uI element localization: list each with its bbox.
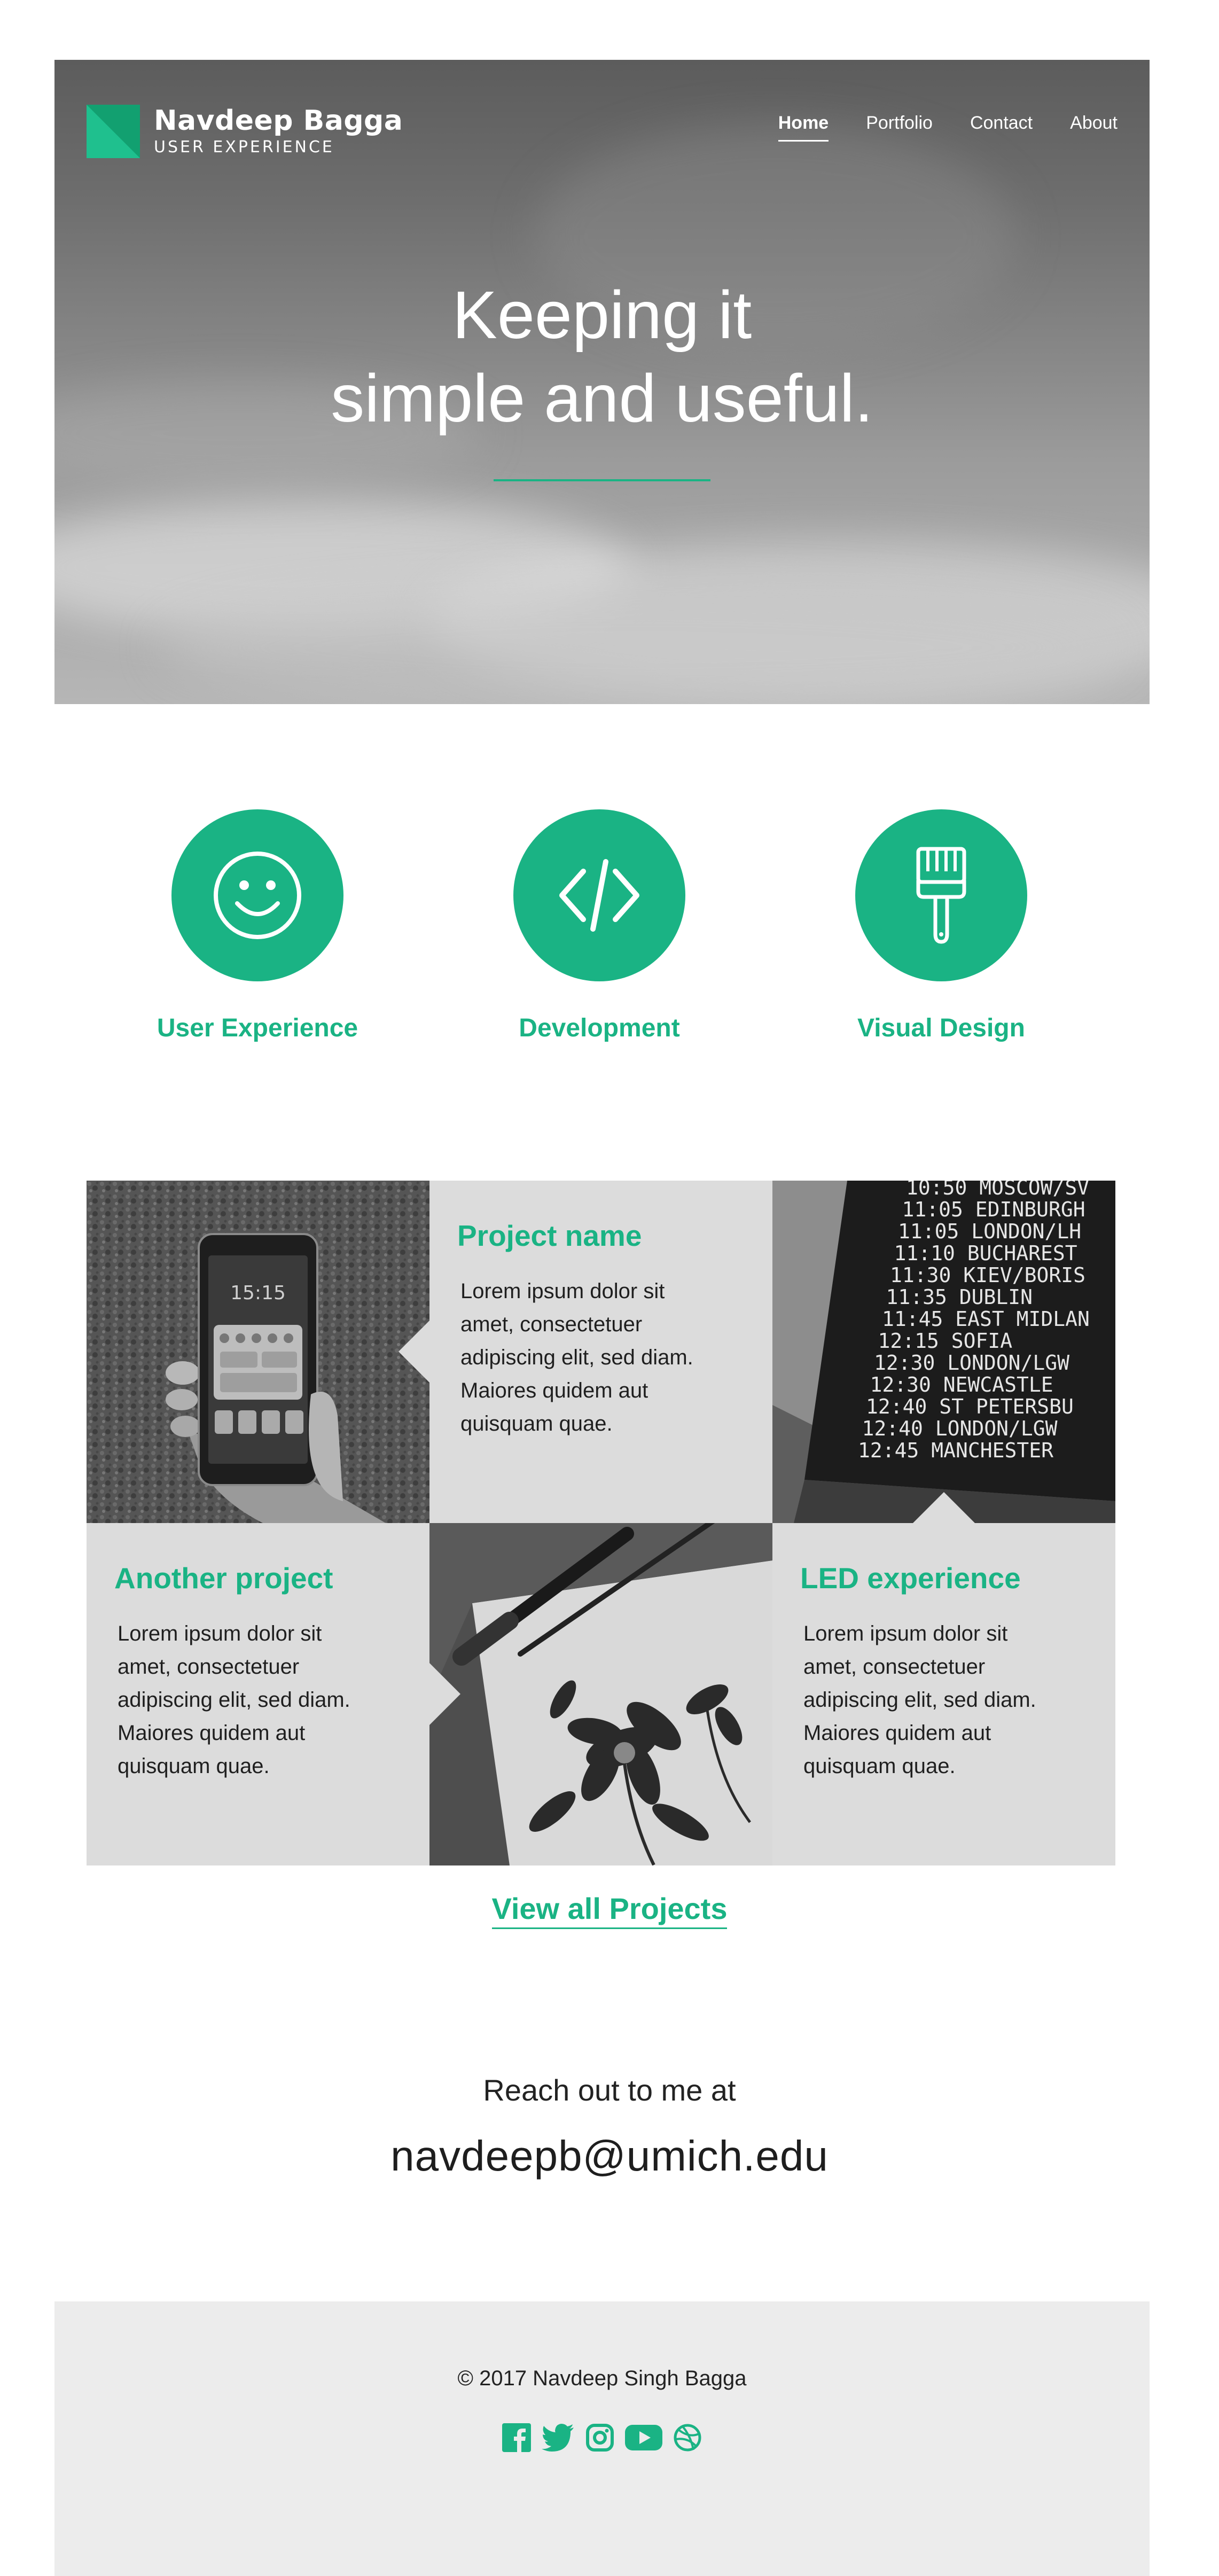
- youtube-icon[interactable]: [625, 2423, 662, 2452]
- pointer-arrow: [913, 1492, 975, 1523]
- code-icon: [559, 859, 639, 932]
- brand-name: Navdeep Bagga: [154, 105, 403, 137]
- board-row-10: 12:40 ST PETERSBU: [866, 1395, 1074, 1418]
- nav-about[interactable]: About: [1070, 111, 1118, 142]
- board-row-2: 11:05 LONDON/LH: [898, 1220, 1081, 1243]
- hero-line-2: simple and useful.: [331, 361, 873, 436]
- service-user-experience: User Experience: [87, 809, 428, 1043]
- brand[interactable]: Navdeep Bagga USER EXPERIENCE: [87, 105, 403, 158]
- smiley-icon: [214, 852, 301, 939]
- instagram-icon[interactable]: [585, 2423, 614, 2452]
- service-title: Development: [519, 1014, 680, 1042]
- nav-contact[interactable]: Contact: [970, 111, 1033, 142]
- project-description: Lorem ipsum dolor sit amet, consectetuer…: [803, 1622, 1036, 1778]
- project-description: Lorem ipsum dolor sit amet, consectetuer…: [460, 1279, 693, 1435]
- hero-banner: Navdeep Bagga USER EXPERIENCE Home Portf…: [54, 60, 1150, 704]
- board-row-7: 12:15 SOFIA: [878, 1329, 1013, 1353]
- project-card-another-project[interactable]: Another project Lorem ipsum dolor sit am…: [87, 1523, 429, 1865]
- board-row-3: 11:10 BUCHAREST: [894, 1242, 1077, 1265]
- service-circle: [513, 809, 685, 981]
- footer: © 2017 Navdeep Singh Bagga: [54, 2301, 1150, 2576]
- phone-photo[interactable]: 15:15: [87, 1181, 429, 1523]
- board-row-6: 11:45 EAST MIDLAN: [882, 1307, 1090, 1331]
- main-nav: Home Portfolio Contact About: [741, 111, 1118, 142]
- board-row-1: 11:05 EDINBURGH: [902, 1198, 1085, 1221]
- board-row-5: 11:35 DUBLIN: [886, 1285, 1033, 1309]
- hero-line-1: Keeping it: [452, 277, 752, 353]
- hero-title: Keeping it simple and useful.: [54, 274, 1150, 440]
- flower-drawing-art: [429, 1523, 772, 1865]
- board-row-11: 12:40 LONDON/LGW: [862, 1417, 1058, 1440]
- service-title: Visual Design: [857, 1014, 1025, 1042]
- service-visual-design: Visual Design: [770, 809, 1112, 1043]
- dribbble-icon[interactable]: [673, 2423, 702, 2452]
- board-row-4: 11:30 KIEV/BORIS: [890, 1263, 1085, 1287]
- service-title: User Experience: [157, 1014, 358, 1042]
- hero-divider: [494, 479, 710, 481]
- board-row-8: 12:30 LONDON/LGW: [874, 1351, 1069, 1375]
- service-circle: [171, 809, 343, 981]
- facebook-icon[interactable]: [502, 2423, 531, 2452]
- contact-email-link[interactable]: navdeepb@umich.edu: [0, 2132, 1219, 2181]
- logo-icon: [87, 105, 140, 158]
- paintbrush-icon: [916, 847, 966, 944]
- flower-drawing-photo[interactable]: [429, 1523, 772, 1865]
- brand-tagline: USER EXPERIENCE: [154, 138, 334, 157]
- twitter-icon[interactable]: [542, 2423, 575, 2452]
- project-title[interactable]: Project name: [457, 1218, 746, 1253]
- project-card-project-name[interactable]: Project name Lorem ipsum dolor sit amet,…: [398, 1181, 772, 1523]
- board-row-0: 10:50 MOSCOW/SV: [906, 1181, 1089, 1199]
- departure-board-photo[interactable]: 10:50 MOSCOW/SV 11:05 EDINBURGH 11:05 LOND…: [772, 1181, 1115, 1523]
- copyright: © 2017 Navdeep Singh Bagga: [457, 2367, 747, 2390]
- social-links: [54, 2423, 1150, 2452]
- service-circle: [855, 809, 1027, 981]
- project-title[interactable]: LED experience: [800, 1560, 1089, 1596]
- pointer-arrow: [398, 1321, 429, 1383]
- project-grid: 15:15 Project name Lorem ipsum dolor sit…: [87, 1181, 1115, 1865]
- project-card-led-experience[interactable]: LED experience Lorem ipsum dolor sit ame…: [772, 1492, 1115, 1865]
- nav-home[interactable]: Home: [778, 111, 829, 142]
- phone-photo-art: 15:15: [87, 1181, 429, 1523]
- view-all-projects-link[interactable]: View all Projects: [491, 1892, 728, 1929]
- departure-board-art: 10:50 MOSCOW/SV11:05 EDINBURGH11:05 LOND…: [772, 1181, 1115, 1523]
- project-title[interactable]: Another project: [114, 1560, 403, 1596]
- board-row-12: 12:45 MANCHESTER: [858, 1439, 1053, 1462]
- pointer-arrow: [429, 1663, 460, 1725]
- board-row-9: 12:30 NEWCASTLE: [870, 1373, 1053, 1396]
- phone-clock: 15:15: [230, 1282, 286, 1304]
- service-development: Development: [428, 809, 770, 1043]
- project-description: Lorem ipsum dolor sit amet, consectetuer…: [118, 1622, 350, 1778]
- contact-lead: Reach out to me at: [483, 2073, 736, 2107]
- nav-portfolio[interactable]: Portfolio: [866, 111, 933, 142]
- view-all-projects: View all Projects: [0, 1891, 1219, 1929]
